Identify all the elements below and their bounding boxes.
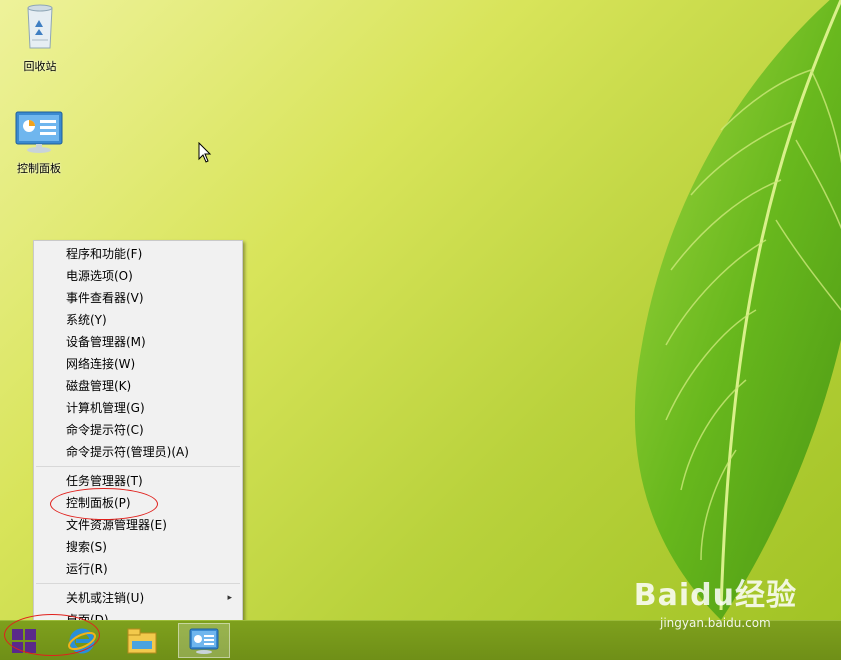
taskbar-file-explorer[interactable] (116, 623, 168, 658)
menu-item-control-panel[interactable]: 控制面板(P) (34, 492, 242, 514)
file-explorer-icon (127, 628, 157, 653)
wallpaper-leaf (634, 0, 841, 620)
menu-separator (36, 466, 240, 467)
menu-item-computer-management[interactable]: 计算机管理(G) (34, 397, 242, 419)
menu-item-command-prompt[interactable]: 命令提示符(C) (34, 419, 242, 441)
watermark-logo: Baidu经验 (633, 578, 797, 613)
baidu-jingyan-watermark: Baidu经验 jingyan.baidu.com (634, 570, 797, 630)
control-panel-icon (15, 111, 63, 153)
internet-explorer-icon (68, 628, 96, 653)
recycle-bin-icon (27, 4, 53, 49)
menu-item-system[interactable]: 系统(Y) (34, 309, 242, 331)
menu-item-disk-management[interactable]: 磁盘管理(K) (34, 375, 242, 397)
taskbar-internet-explorer[interactable] (56, 623, 108, 658)
taskbar-control-panel[interactable] (178, 623, 230, 658)
desktop: 回收站 控制面板 程序和功能(F) 电源选项(O) 事件查看器(V) 系统(Y)… (0, 0, 841, 660)
menu-item-network-connections[interactable]: 网络连接(W) (34, 353, 242, 375)
desktop-icon-label: 回收站 (23, 60, 57, 73)
menu-item-run[interactable]: 运行(R) (34, 558, 242, 580)
menu-group-management: 任务管理器(T) 控制面板(P) 文件资源管理器(E) 搜索(S) 运行(R) (34, 470, 242, 580)
menu-item-task-manager[interactable]: 任务管理器(T) (34, 470, 242, 492)
desktop-icon-recycle-bin[interactable]: 回收站 (5, 2, 75, 74)
mouse-cursor-icon (198, 142, 212, 163)
menu-item-programs-features[interactable]: 程序和功能(F) (34, 243, 242, 265)
menu-item-shutdown-signout[interactable]: 关机或注销(U) ▸ (34, 587, 242, 609)
menu-separator (36, 583, 240, 584)
desktop-icon-control-panel[interactable]: 控制面板 (4, 110, 74, 176)
control-panel-icon (189, 628, 219, 654)
desktop-icon-label: 控制面板 (17, 162, 61, 175)
menu-item-file-explorer[interactable]: 文件资源管理器(E) (34, 514, 242, 536)
menu-item-search[interactable]: 搜索(S) (34, 536, 242, 558)
menu-item-device-manager[interactable]: 设备管理器(M) (34, 331, 242, 353)
menu-item-power-options[interactable]: 电源选项(O) (34, 265, 242, 287)
watermark-url: jingyan.baidu.com (660, 616, 771, 630)
submenu-arrow-icon: ▸ (227, 593, 232, 603)
menu-group-system-tools: 程序和功能(F) 电源选项(O) 事件查看器(V) 系统(Y) 设备管理器(M)… (34, 243, 242, 463)
start-button[interactable] (4, 625, 44, 657)
menu-item-event-viewer[interactable]: 事件查看器(V) (34, 287, 242, 309)
windows-logo-icon (12, 629, 36, 653)
menu-item-label: 关机或注销(U) (66, 591, 145, 605)
win-x-context-menu: 程序和功能(F) 电源选项(O) 事件查看器(V) 系统(Y) 设备管理器(M)… (33, 240, 243, 635)
menu-item-command-prompt-admin[interactable]: 命令提示符(管理员)(A) (34, 441, 242, 463)
